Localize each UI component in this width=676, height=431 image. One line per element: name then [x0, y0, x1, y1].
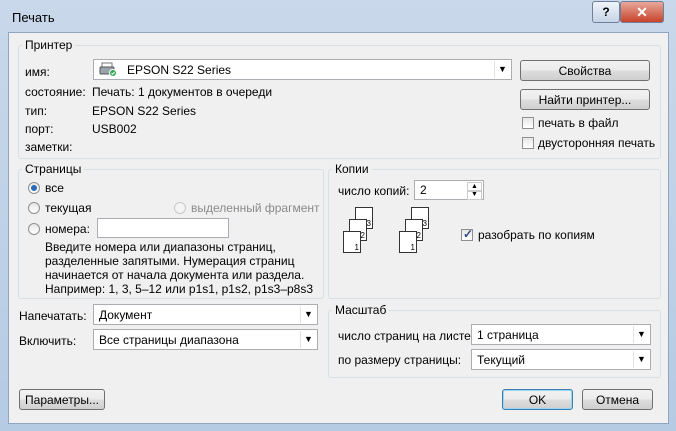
help-button[interactable]: ?: [592, 1, 620, 23]
print-dialog-window: Печать ? ✕ Принтер имя: EPSON S22 Series…: [0, 0, 676, 431]
scale-to-page-label: по размеру страницы:: [338, 353, 462, 367]
duplex-checkbox[interactable]: [522, 137, 534, 149]
print-to-file-label[interactable]: печать в файл: [538, 116, 618, 130]
pages-numbers-radio[interactable]: [28, 223, 40, 235]
printer-status-value: Печать: 1 документов в очереди: [92, 85, 273, 99]
pages-current-label[interactable]: текущая: [45, 201, 91, 215]
pages-hint-line: Введите номера или диапазоны страниц,: [45, 240, 276, 254]
options-button[interactable]: Параметры...: [19, 389, 105, 410]
duplex-label[interactable]: двусторонняя печать: [538, 136, 655, 150]
print-what-label: Напечатать:: [19, 309, 87, 323]
pages-hint-line: начинается от начала документа или разде…: [45, 268, 305, 282]
print-what-select[interactable]: Документ ▼: [93, 304, 318, 325]
print-to-file-checkbox[interactable]: [522, 117, 534, 129]
scale-to-page-value: Текущий: [477, 353, 525, 367]
copies-count-label: число копий:: [338, 184, 410, 198]
scale-to-page-select[interactable]: Текущий ▼: [471, 349, 651, 370]
printer-status-label: состояние:: [25, 85, 86, 99]
pages-selection-radio[interactable]: [174, 202, 186, 214]
zoom-group-label: Масштаб: [332, 303, 390, 317]
collate-page-icon: 1: [343, 231, 361, 253]
window-title: Печать: [12, 10, 55, 25]
cancel-button[interactable]: Отмена: [582, 389, 653, 410]
pages-hint-line: Например: 1, 3, 5–12 или p1s1, p1s2, p1s…: [45, 282, 314, 296]
pages-current-radio[interactable]: [28, 202, 40, 214]
chevron-down-icon[interactable]: ▼: [494, 61, 510, 78]
spin-down-icon[interactable]: ▼: [467, 190, 482, 200]
pages-per-sheet-value: 1 страница: [477, 328, 539, 342]
printer-notes-label: заметки:: [25, 140, 73, 154]
ok-button[interactable]: OK: [502, 389, 573, 410]
pages-all-radio[interactable]: [28, 182, 40, 194]
printer-name-value: EPSON S22 Series: [127, 63, 232, 77]
page-numbers-input[interactable]: [97, 218, 229, 238]
collate-checkbox[interactable]: [461, 227, 473, 241]
printer-port-label: порт:: [25, 122, 54, 136]
chevron-down-icon[interactable]: ▼: [633, 351, 649, 368]
copies-group-label: Копии: [332, 162, 372, 176]
include-select[interactable]: Все страницы диапазона ▼: [93, 329, 318, 350]
collate-label[interactable]: разобрать по копиям: [478, 228, 595, 242]
chevron-down-icon[interactable]: ▼: [300, 331, 316, 348]
properties-button[interactable]: Свойства: [520, 60, 650, 81]
title-bar[interactable]: Печать ? ✕: [0, 0, 676, 34]
printer-port-value: USB002: [92, 122, 137, 136]
printer-type-label: тип:: [25, 104, 48, 118]
printer-name-select[interactable]: EPSON S22 Series ▼: [93, 59, 512, 80]
chevron-down-icon[interactable]: ▼: [633, 326, 649, 343]
dialog-client-area: Принтер имя: EPSON S22 Series ▼ состояни…: [8, 32, 669, 424]
include-label: Включить:: [19, 334, 77, 348]
copies-count-value: 2: [420, 183, 427, 197]
chevron-down-icon[interactable]: ▼: [300, 306, 316, 323]
collate-page-icon: 1: [399, 231, 417, 253]
printer-type-value: EPSON S22 Series: [92, 104, 197, 118]
printer-name-label: имя:: [25, 65, 50, 79]
pages-hint-line: разделенные запятыми. Нумерация страниц: [45, 254, 295, 268]
pages-selection-label: выделенный фрагмент: [191, 201, 320, 215]
pages-all-label[interactable]: все: [45, 181, 64, 195]
pages-numbers-label[interactable]: номера:: [45, 222, 90, 236]
find-printer-button[interactable]: Найти принтер...: [520, 89, 650, 110]
print-what-value: Документ: [99, 308, 153, 322]
printer-group-label: Принтер: [22, 38, 76, 52]
close-button[interactable]: ✕: [620, 1, 664, 23]
pages-per-sheet-select[interactable]: 1 страница ▼: [471, 324, 651, 345]
pages-per-sheet-label: число страниц на листе:: [338, 329, 475, 343]
copies-count-spinner[interactable]: 2 ▲ ▼: [414, 180, 484, 200]
printer-icon: [99, 62, 117, 77]
include-value: Все страницы диапазона: [99, 333, 239, 347]
pages-group-label: Страницы: [22, 162, 85, 176]
